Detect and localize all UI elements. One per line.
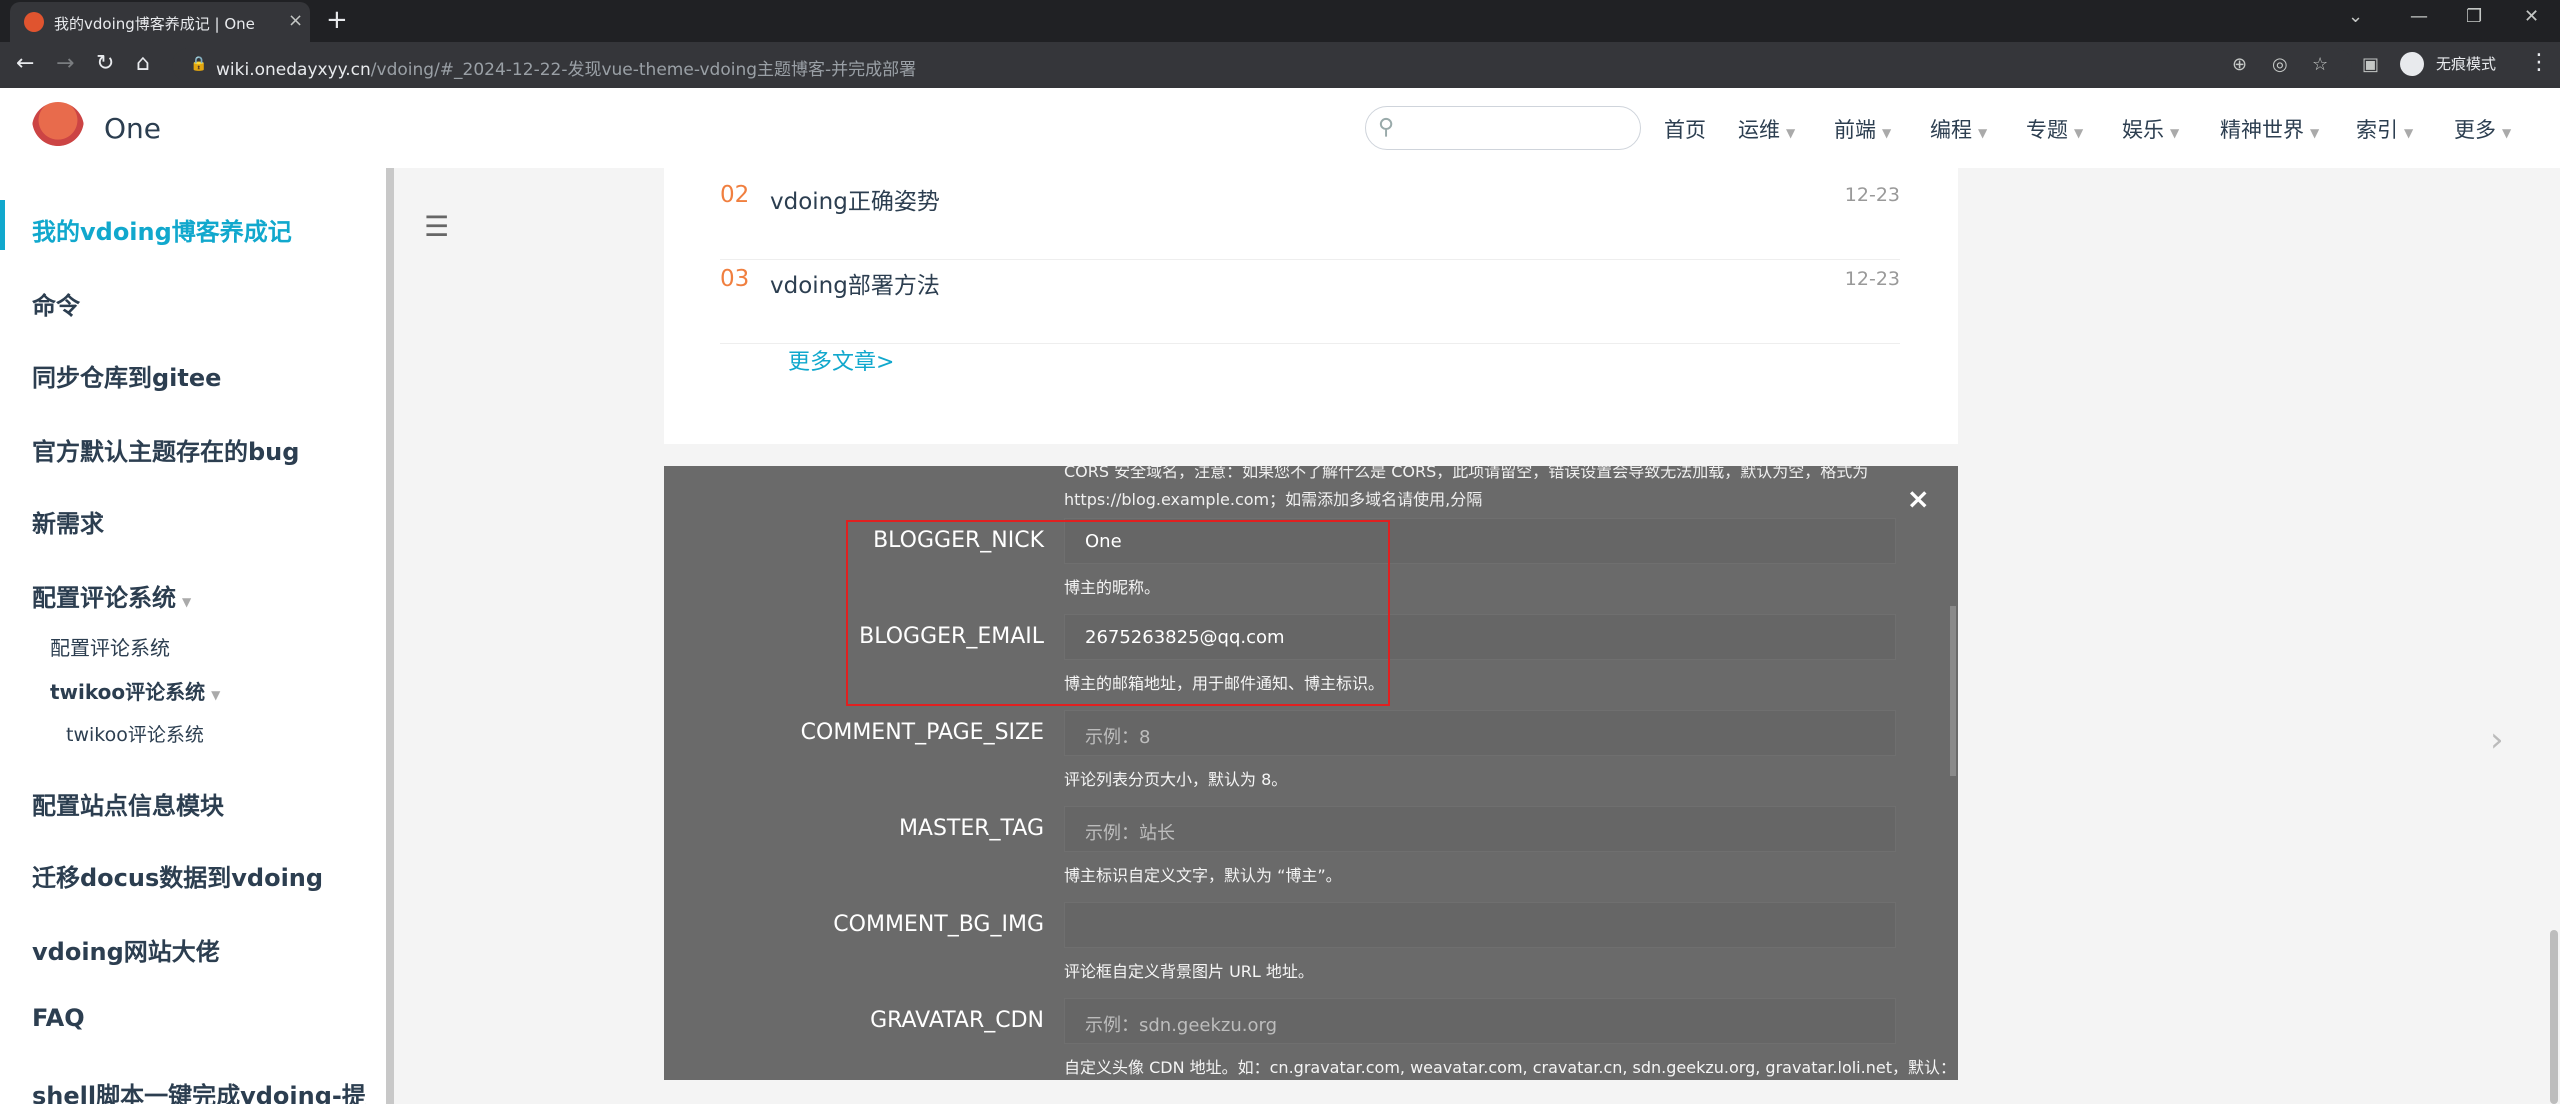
master-tag-hint: 博主标识自定义文字，默认为 “博主”。 (1064, 866, 1342, 885)
comment-page-size-hint: 评论列表分页大小，默认为 8。 (1064, 770, 1288, 789)
address-bar[interactable]: 🔒 wiki.onedayxyy.cn/vdoing/#_2024-12-22-… (172, 48, 2352, 82)
window-close-icon[interactable]: ✕ (2524, 6, 2539, 27)
sidebar-item-comment-system[interactable]: 配置评论系统 ▼ (32, 578, 191, 613)
master-tag-input[interactable]: 示例：站长 (1064, 806, 1896, 852)
tab-search-icon[interactable]: ⌄ (2348, 6, 2363, 27)
sidebar-scrollbar[interactable] (386, 168, 394, 1104)
sidebar-item-commands[interactable]: 命令 (32, 286, 80, 321)
nav-entertainment[interactable]: 娱乐 ▼ (2122, 114, 2179, 144)
lock-icon[interactable]: 🔒 (190, 56, 207, 72)
chevron-down-icon: ▼ (182, 595, 192, 609)
site-favicon-icon (24, 12, 44, 32)
tab-title: 我的vdoing博客养成记 | One (54, 15, 255, 33)
nav-frontend[interactable]: 前端 ▼ (1834, 114, 1891, 144)
sidebar-item-vdoing-sites[interactable]: vdoing网站大佬 (32, 932, 220, 967)
chevron-down-icon: ▼ (1978, 126, 1988, 140)
incognito-avatar-icon[interactable] (2400, 52, 2424, 76)
menu-toggle-icon[interactable]: ☰ (424, 210, 449, 243)
sidebar-item-migrate-docus[interactable]: 迁移docus数据到vdoing (32, 858, 323, 893)
gravatar-cdn-input[interactable]: 示例：sdn.geekzu.org (1064, 998, 1896, 1044)
nav-index[interactable]: 索引 ▼ (2356, 114, 2413, 144)
url-host: wiki.onedayxyy.cn (216, 60, 371, 80)
reload-icon[interactable]: ↻ (96, 51, 114, 76)
sidebar-sub-twikoo-group[interactable]: twikoo评论系统 ▼ (50, 676, 220, 705)
chevron-down-icon: ▼ (2310, 126, 2320, 140)
nav-topics[interactable]: 专题 ▼ (2026, 114, 2083, 144)
incognito-label[interactable]: 无痕模式 (2436, 53, 2496, 74)
sidebar-item-blog-journey[interactable]: 我的vdoing博客养成记 (32, 212, 292, 247)
new-tab-icon[interactable]: + (326, 5, 348, 35)
browser-window: 我的vdoing博客养成记 | One × + ⌄ — ❐ ✕ ← → ↻ ⌂ … (0, 0, 2560, 1104)
close-icon[interactable]: × (1907, 482, 1930, 515)
comment-page-size-input[interactable]: 示例：8 (1064, 710, 1896, 756)
article-date: 12-23 (1844, 268, 1900, 290)
article-number: 03 (720, 266, 750, 292)
zoom-icon[interactable]: ⊕ (2232, 54, 2247, 75)
site-name[interactable]: One (104, 112, 161, 145)
sidebar-item-faq[interactable]: FAQ (32, 1004, 85, 1032)
article-date: 12-23 (1844, 184, 1900, 206)
article-number: 02 (720, 182, 750, 208)
sidebar-item-new-needs[interactable]: 新需求 (32, 504, 104, 539)
site-logo[interactable] (32, 102, 84, 154)
nav-more[interactable]: 更多 ▼ (2454, 114, 2511, 144)
article-list-card: 02 vdoing正确姿势 12-23 03 vdoing部署方法 12-23 … (664, 168, 1958, 444)
article-title[interactable]: vdoing部署方法 (770, 266, 940, 300)
chevron-down-icon: ▼ (2074, 126, 2084, 140)
sidebar-item-site-info[interactable]: 配置站点信息模块 (32, 786, 224, 821)
gravatar-cdn-hint: 自定义头像 CDN 地址。如：cn.gravatar.com, weavatar… (1064, 1058, 1956, 1077)
sidebar-sub-twikoo[interactable]: twikoo评论系统 (66, 720, 204, 747)
browser-menu-icon[interactable]: ⋮ (2528, 50, 2550, 75)
url-path: /vdoing/#_2024-12-22-发现vue-theme-vdoing主… (370, 60, 917, 80)
comment-bg-img-label: COMMENT_BG_IMG (833, 912, 1044, 937)
sidebar: 我的vdoing博客养成记 命令 同步仓库到gitee 官方默认主题存在的bug… (0, 168, 390, 1104)
comment-bg-img-input[interactable] (1064, 902, 1896, 948)
nav-home[interactable]: 首页 (1664, 114, 1706, 144)
sidebar-item-shell-script[interactable]: shell脚本一键完成vdoing-提 (32, 1076, 366, 1104)
gravatar-cdn-label: GRAVATAR_CDN (870, 1008, 1044, 1033)
modal-scrollbar[interactable] (1950, 606, 1956, 776)
tracking-blocked-icon[interactable]: ◎ (2272, 54, 2288, 75)
chevron-down-icon: ▼ (2170, 126, 2180, 140)
list-item[interactable]: 03 vdoing部署方法 12-23 (720, 260, 1900, 344)
chevron-down-icon: ▼ (211, 688, 221, 702)
minimize-icon[interactable]: — (2410, 6, 2428, 27)
chevron-right-icon[interactable]: › (2490, 720, 2504, 760)
nav-programming[interactable]: 编程 ▼ (1930, 114, 1987, 144)
chevron-down-icon: ▼ (2502, 126, 2512, 140)
browser-toolbar: ← → ↻ ⌂ 🔒 wiki.onedayxyy.cn/vdoing/#_202… (0, 42, 2560, 88)
nav-ops[interactable]: 运维 ▼ (1738, 114, 1795, 144)
forward-icon[interactable]: → (56, 51, 74, 76)
article-title[interactable]: vdoing正确姿势 (770, 182, 940, 216)
search-icon: ⚲ (1378, 115, 1395, 140)
master-tag-label: MASTER_TAG (898, 816, 1044, 841)
search-input[interactable]: ⚲ (1365, 106, 1641, 150)
list-item[interactable]: 02 vdoing正确姿势 12-23 (720, 176, 1900, 260)
sidebar-sub-comment-system[interactable]: 配置评论系统 (50, 632, 170, 661)
back-icon[interactable]: ← (16, 51, 34, 76)
url-text[interactable]: wiki.onedayxyy.cn/vdoing/#_2024-12-22-发现… (216, 55, 916, 80)
home-icon[interactable]: ⌂ (136, 51, 150, 76)
browser-tab[interactable]: 我的vdoing博客养成记 | One × (10, 2, 310, 42)
page-scrollbar[interactable] (2550, 930, 2558, 1104)
chevron-down-icon: ▼ (1882, 126, 1892, 140)
chevron-down-icon: ▼ (1786, 126, 1796, 140)
bookmark-star-icon[interactable]: ☆ (2312, 54, 2328, 75)
tab-strip: 我的vdoing博客养成记 | One × + ⌄ — ❐ ✕ (0, 0, 2560, 42)
highlight-box (846, 520, 1390, 706)
chevron-down-icon: ▼ (2404, 126, 2414, 140)
sidebar-item-theme-bugs[interactable]: 官方默认主题存在的bug (32, 432, 299, 467)
site-header: One ⚲ 首页 运维 ▼ 前端 ▼ 编程 ▼ 专题 ▼ 娱乐 ▼ 精神世界 ▼ 索引 ▼ 更… (0, 88, 2560, 168)
tab-close-icon[interactable]: × (288, 10, 303, 31)
more-articles-link[interactable]: 更多文章> (788, 344, 894, 376)
comment-page-size-label: COMMENT_PAGE_SIZE (800, 720, 1044, 745)
side-panel-icon[interactable]: ▣ (2362, 54, 2379, 75)
nav-spiritual[interactable]: 精神世界 ▼ (2220, 114, 2319, 144)
sidebar-item-sync-gitee[interactable]: 同步仓库到gitee (32, 358, 221, 393)
restore-icon[interactable]: ❐ (2466, 6, 2482, 27)
cors-hint: CORS 安全域名，注意：如果您不了解什么是 CORS，此项请留空，错误设置会导… (1064, 466, 1869, 509)
active-indicator (0, 200, 5, 250)
comment-bg-img-hint: 评论框自定义背景图片 URL 地址。 (1064, 962, 1314, 981)
twikoo-config-modal: CORS 安全域名，注意：如果您不了解什么是 CORS，此项请留空，错误设置会导… (664, 466, 1958, 1080)
